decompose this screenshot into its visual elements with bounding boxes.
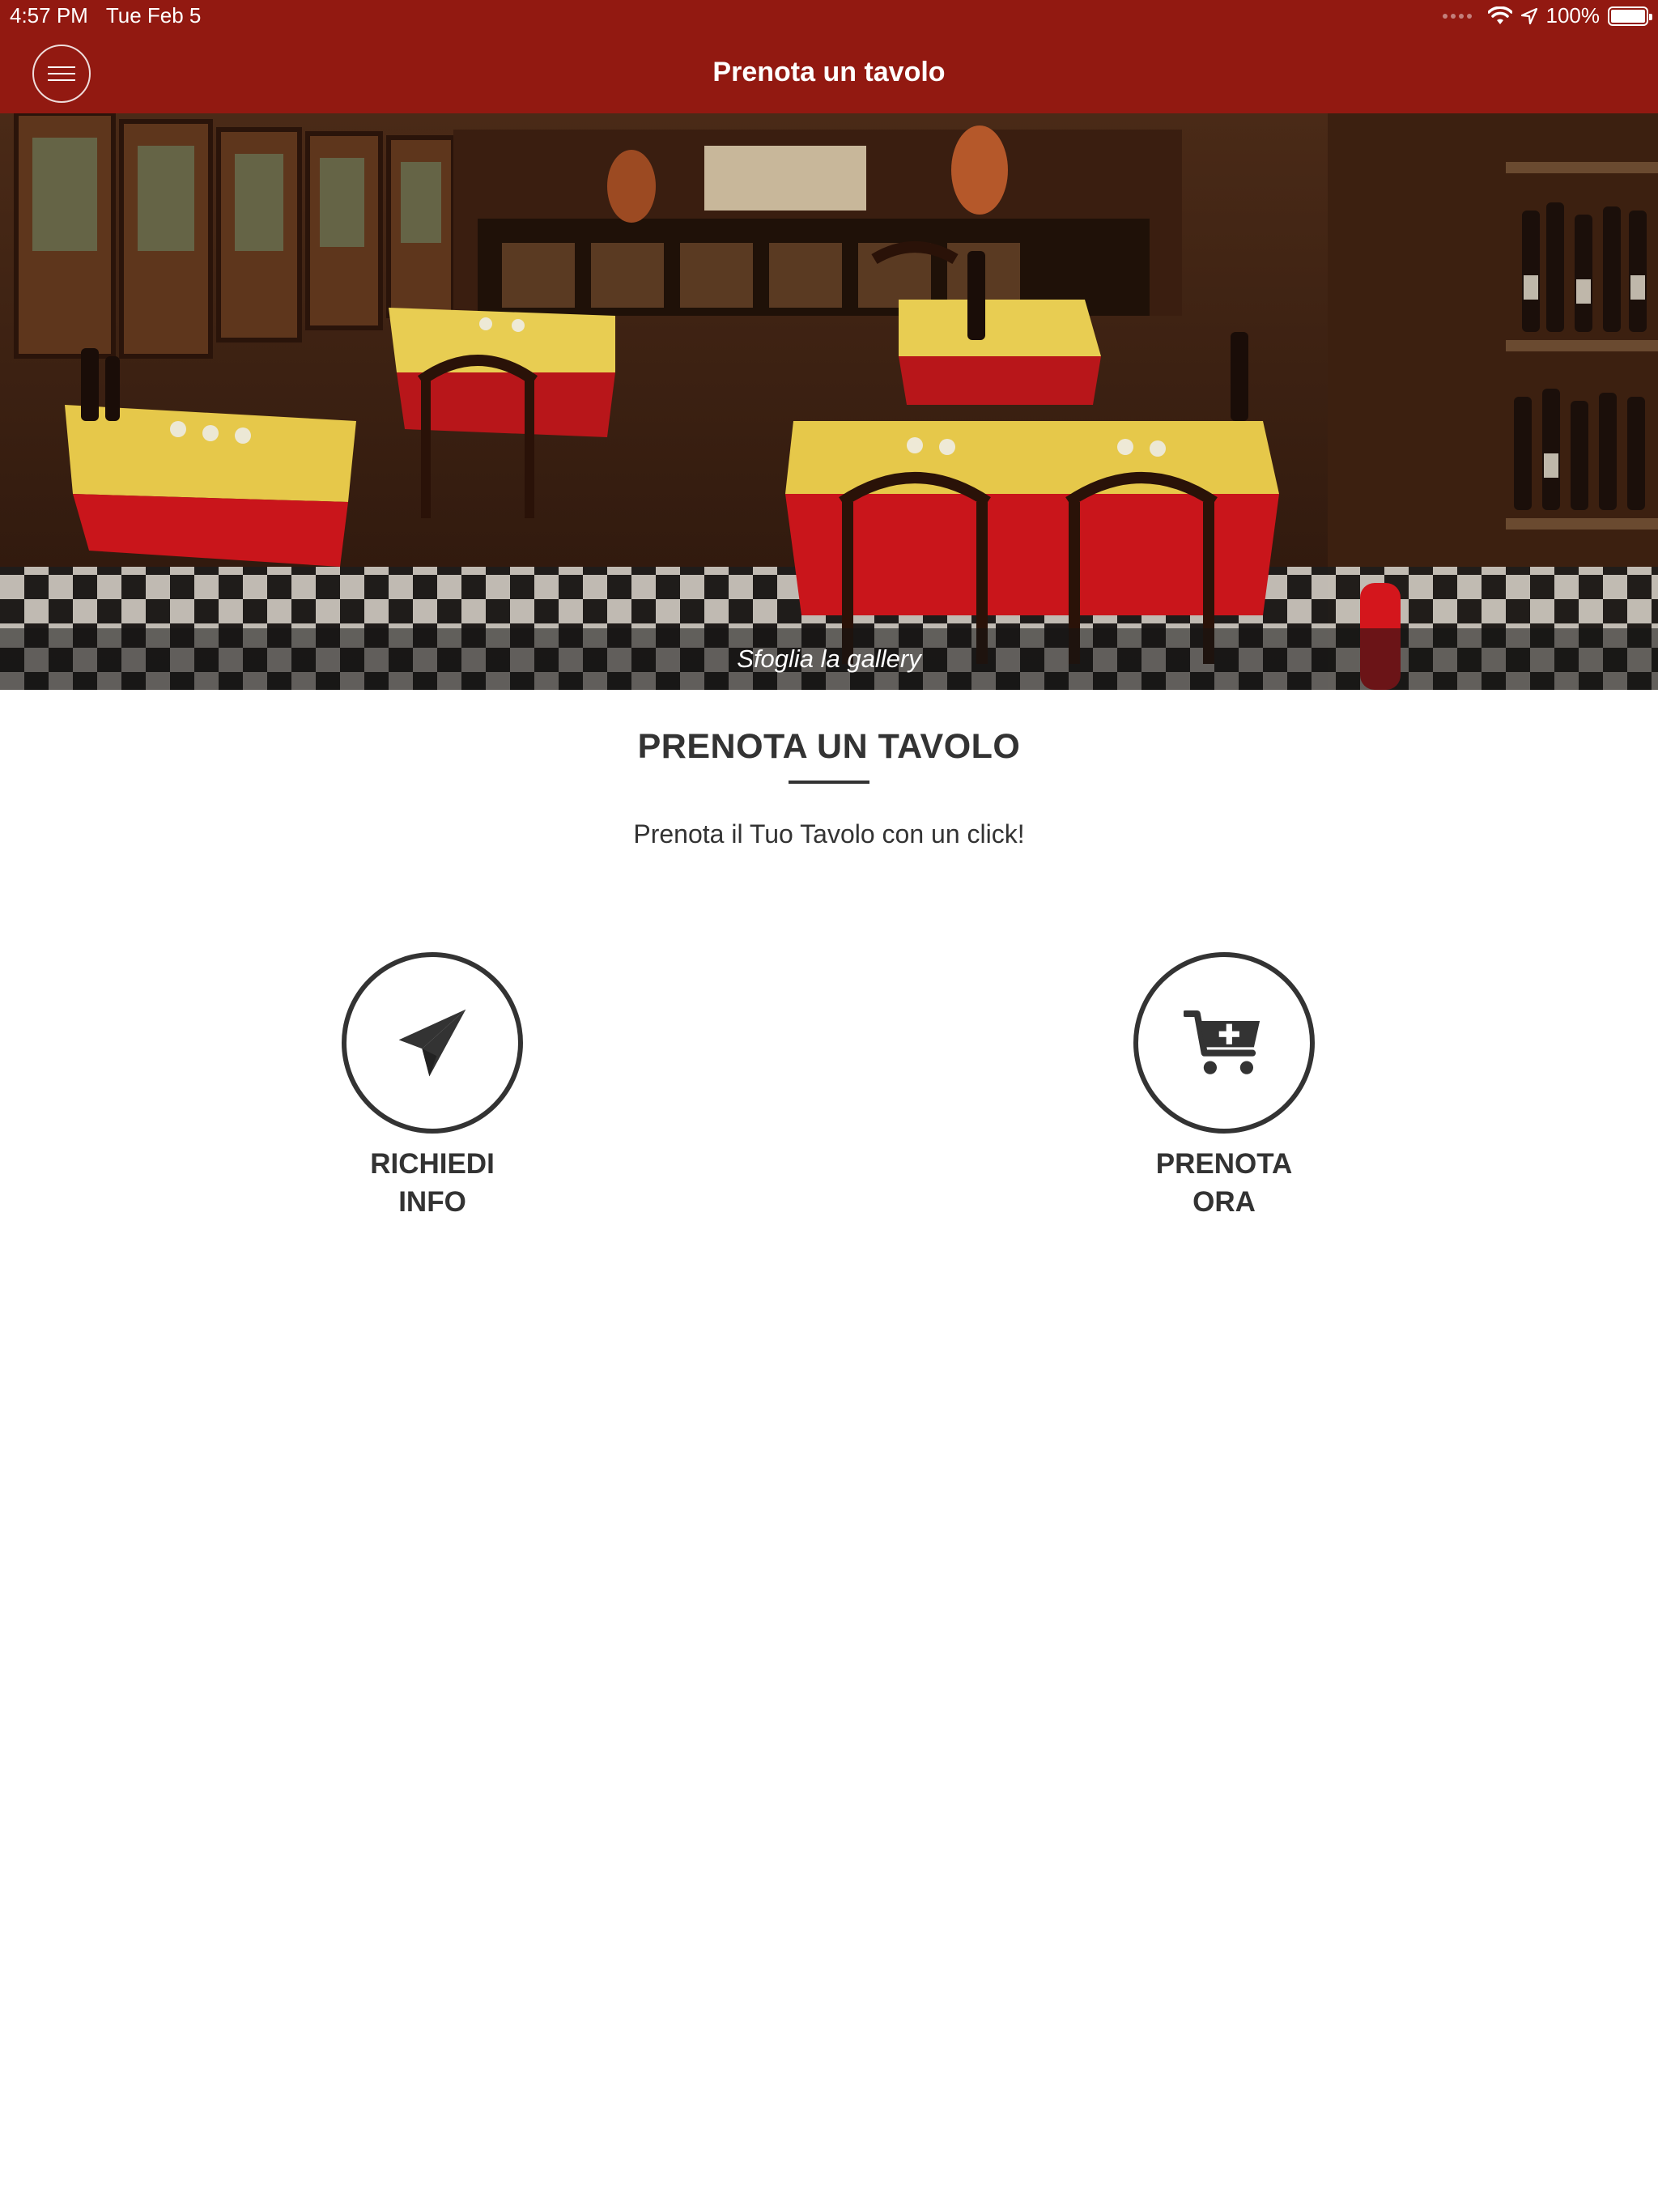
request-info-circle[interactable] <box>342 952 523 1134</box>
request-info-label-line1: RICHIEDI <box>370 1148 495 1180</box>
gallery-caption[interactable]: Sfoglia la gallery <box>0 628 1658 690</box>
status-date: Tue Feb 5 <box>105 3 202 28</box>
request-info-label-line2: INFO <box>398 1186 466 1218</box>
wifi-icon <box>1487 6 1512 24</box>
book-now-label-line1: PRENOTA <box>1155 1148 1293 1180</box>
title-divider <box>789 781 869 784</box>
battery-icon <box>1608 6 1652 26</box>
gallery-hero[interactable]: Sfoglia la gallery <box>0 113 1658 690</box>
status-time: 4:57 PM <box>10 3 88 28</box>
paper-plane-icon <box>398 1009 466 1077</box>
location-arrow-icon <box>1520 7 1537 24</box>
signal-dots-icon <box>1442 13 1472 19</box>
section-subtitle: Prenota il Tuo Tavolo con un click! <box>633 819 1025 849</box>
battery-fill <box>1611 9 1645 23</box>
book-now-circle[interactable] <box>1133 952 1315 1134</box>
page-title: Prenota un tavolo <box>712 57 946 87</box>
section-title: PRENOTA UN TAVOLO <box>637 727 1021 766</box>
battery-percent: 100% <box>1545 3 1601 28</box>
restaurant-photo <box>0 113 1658 690</box>
cart-plus-icon <box>1184 1010 1261 1074</box>
nav-bar: Prenota un tavolo <box>0 36 1658 113</box>
book-now-button[interactable]: PRENOTA ORA <box>1103 952 1346 1221</box>
book-now-label-line2: ORA <box>1192 1186 1256 1218</box>
status-bar: 4:57 PM Tue Feb 5 100% <box>0 0 1658 36</box>
request-info-button[interactable]: RICHIEDI INFO <box>311 952 554 1221</box>
